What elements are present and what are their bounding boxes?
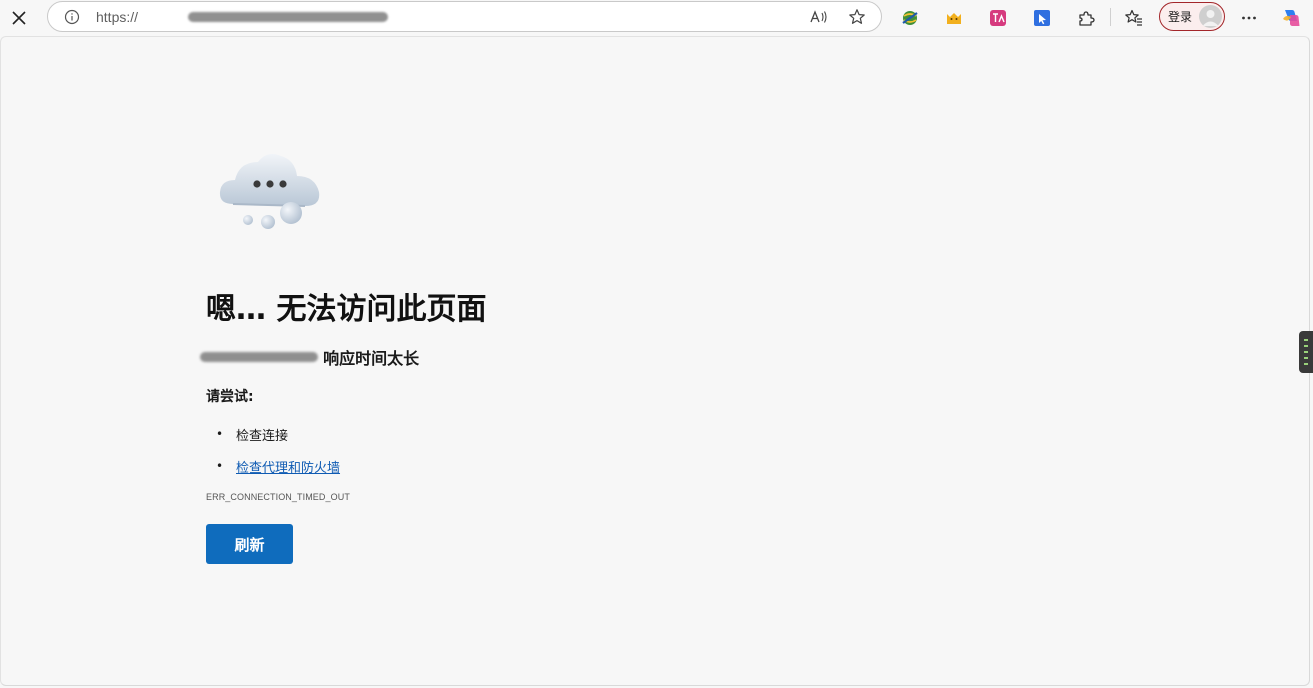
suggestion-list: • 检查连接 • 检查代理和防火墙	[216, 418, 340, 482]
copilot-icon	[1283, 10, 1300, 26]
favorites-icon	[1125, 9, 1142, 26]
error-code: ERR_CONNECTION_TIMED_OUT	[206, 492, 350, 502]
globe-extension-icon	[902, 11, 918, 25]
error-title: 嗯… 无法访问此页面	[206, 292, 487, 327]
list-item: • 检查代理和防火墙	[216, 450, 340, 482]
suggestion-check-connection: 检查连接	[236, 428, 289, 444]
error-description-text: 响应时间太长	[323, 349, 420, 368]
check-proxy-firewall-link[interactable]: 检查代理和防火墙	[236, 457, 340, 476]
extensions-button[interactable]	[1073, 5, 1099, 31]
cloud-icon	[219, 154, 320, 229]
avatar	[1199, 5, 1222, 28]
more-icon	[1242, 16, 1256, 20]
list-item: • 检查连接	[216, 418, 340, 450]
info-icon	[64, 9, 80, 25]
star-icon	[849, 9, 865, 24]
bullet: •	[216, 459, 224, 473]
read-aloud-icon	[810, 10, 827, 23]
redacted-url	[188, 12, 388, 22]
sidebar-handle[interactable]	[1299, 331, 1313, 373]
puzzle-icon	[1079, 11, 1095, 26]
extension-cursor-button[interactable]	[1029, 5, 1055, 31]
read-aloud-button[interactable]	[808, 7, 830, 27]
favorites-button[interactable]	[1121, 5, 1147, 31]
cat-extension-icon	[947, 13, 961, 24]
error-description: 响应时间太长	[200, 345, 420, 368]
extension-globe-button[interactable]	[897, 5, 923, 31]
stop-loading-button[interactable]	[6, 5, 32, 31]
extension-cat-button[interactable]	[941, 5, 967, 31]
login-label: 登录	[1168, 10, 1193, 24]
copilot-button[interactable]	[1278, 5, 1304, 31]
browser-toolbar: https:// 登录	[0, 0, 1313, 36]
avatar-icon	[1202, 10, 1219, 26]
redacted-hostname	[200, 352, 318, 362]
address-bar[interactable]: https://	[47, 1, 882, 32]
more-menu-button[interactable]	[1236, 5, 1262, 31]
translate-extension-icon	[990, 10, 1006, 26]
try-heading: 请尝试:	[206, 389, 254, 405]
bullet: •	[216, 427, 224, 441]
address-url[interactable]: https://	[96, 9, 138, 25]
extension-translate-button[interactable]	[985, 5, 1011, 31]
refresh-button[interactable]: 刷新	[206, 524, 293, 564]
close-icon	[12, 11, 26, 25]
profile-login-button[interactable]: 登录	[1159, 2, 1225, 31]
cursor-extension-icon	[1034, 10, 1050, 26]
site-info-button[interactable]	[63, 8, 81, 26]
add-favorite-button[interactable]	[846, 7, 868, 27]
toolbar-divider	[1110, 8, 1111, 26]
page-content	[0, 36, 1310, 686]
